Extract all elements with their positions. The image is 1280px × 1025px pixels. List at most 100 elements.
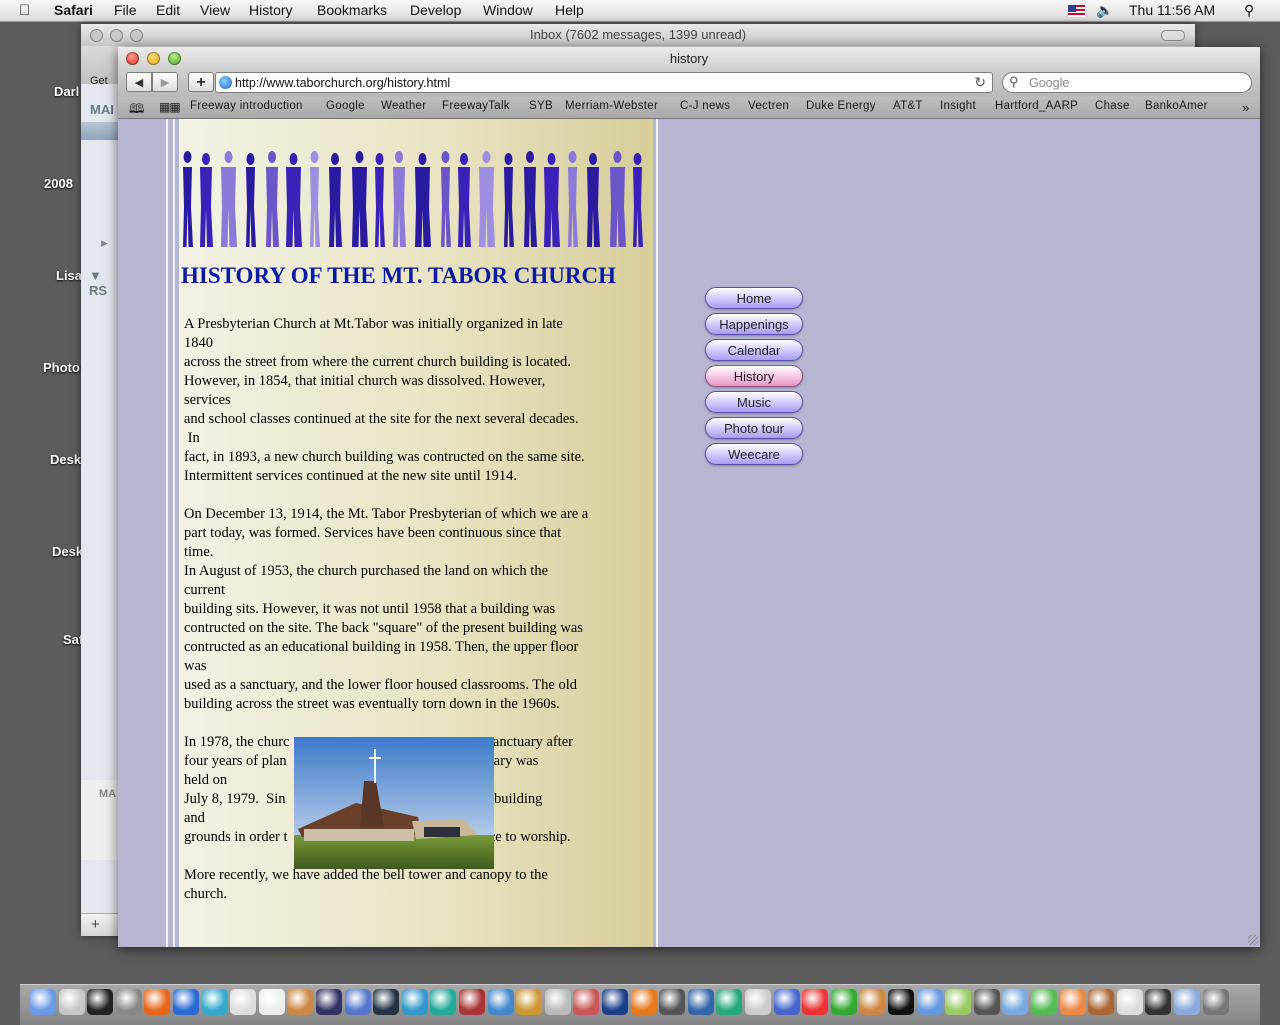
us-flag-icon[interactable] [1068, 5, 1085, 17]
dock-app-icon[interactable] [1031, 989, 1057, 1015]
dock-app-icon[interactable] [373, 989, 400, 1015]
bookmark-item[interactable]: Insight [940, 100, 976, 112]
dock-app-icon[interactable] [58, 989, 85, 1015]
nav-photo-tour-button[interactable]: Photo tour [705, 417, 803, 439]
dock-app-icon[interactable] [573, 989, 600, 1015]
zoom-icon[interactable] [130, 29, 143, 42]
bookmark-item[interactable]: C-J news [680, 100, 730, 112]
dock-app-icon[interactable] [144, 989, 171, 1015]
menu-edit[interactable]: Edit [156, 2, 180, 18]
close-icon[interactable] [126, 52, 139, 65]
dock-app-icon[interactable] [459, 989, 485, 1015]
volume-icon[interactable]: 🔈 [1096, 2, 1113, 19]
bookmark-item[interactable]: BankoAmer [1145, 100, 1208, 112]
dock-app-icon[interactable] [1088, 989, 1115, 1015]
menu-help[interactable]: Help [555, 2, 584, 18]
dock-app-icon[interactable] [802, 989, 829, 1015]
dock-app-icon[interactable] [916, 989, 943, 1015]
nav-history-button[interactable]: History [705, 365, 803, 387]
bookmark-item[interactable]: Google [326, 100, 365, 112]
add-bookmark-button[interactable]: + [188, 72, 214, 92]
desktop-item-label[interactable]: Photo: [43, 360, 84, 375]
minimize-icon[interactable] [147, 52, 160, 65]
spotlight-search-icon[interactable]: ⚲ [1244, 2, 1254, 19]
close-icon[interactable] [90, 29, 103, 42]
dock-app-icon[interactable] [716, 989, 743, 1015]
nav-weecare-button[interactable]: Weecare [705, 443, 803, 465]
disclosure-icon[interactable]: ▶ [101, 238, 108, 249]
dock-app-icon[interactable] [258, 989, 285, 1015]
dock-app-icon[interactable] [630, 989, 657, 1015]
dock-app-icon[interactable] [659, 989, 686, 1015]
dock-app-icon[interactable] [230, 989, 257, 1015]
desktop-item-label[interactable]: Lisa [56, 268, 82, 283]
more-bookmarks-chevron-icon[interactable]: » [1242, 100, 1250, 115]
dock-app-icon[interactable] [602, 989, 628, 1015]
dock-app-icon[interactable] [773, 989, 800, 1015]
bookmark-item[interactable]: Freeway introduction [190, 100, 303, 112]
dock-app-icon[interactable] [973, 989, 1000, 1015]
dock-app-icon[interactable] [316, 989, 342, 1015]
selected-mailbox[interactable] [81, 122, 118, 140]
clock[interactable]: Thu 11:56 AM [1129, 2, 1215, 18]
back-button[interactable]: ◀ [126, 72, 152, 92]
dock-app-icon[interactable] [830, 989, 857, 1015]
dock-app-icon[interactable] [1059, 989, 1086, 1015]
zoom-icon[interactable] [168, 52, 181, 65]
menu-bookmarks[interactable]: Bookmarks [317, 2, 387, 18]
dock-app-icon[interactable] [173, 989, 199, 1015]
bookmark-item[interactable]: Duke Energy [806, 100, 876, 112]
menu-history[interactable]: History [249, 2, 293, 18]
bookmark-item[interactable]: AT&T [893, 100, 923, 112]
menu-file[interactable]: File [114, 2, 137, 18]
dock-app-icon[interactable] [430, 989, 457, 1015]
desktop-item-label[interactable]: Desk [50, 452, 81, 467]
toolbar-toggle-button[interactable] [1161, 30, 1185, 41]
dock-app-icon[interactable] [487, 989, 514, 1015]
dock-app-icon[interactable] [401, 989, 428, 1015]
dock-app-icon[interactable] [115, 989, 142, 1015]
nav-music-button[interactable]: Music [705, 391, 803, 413]
dock-app-icon[interactable] [344, 989, 371, 1015]
dock-app-icon[interactable] [745, 989, 771, 1015]
menu-window[interactable]: Window [483, 2, 533, 18]
reload-icon[interactable]: ↻ [974, 74, 986, 91]
resize-handle-icon[interactable] [1248, 935, 1258, 945]
bookmark-item[interactable]: Merriam-Webster [565, 100, 658, 112]
dock-app-icon[interactable] [1202, 989, 1229, 1015]
nav-home-button[interactable]: Home [705, 287, 803, 309]
dock-app-icon[interactable] [1116, 989, 1143, 1015]
bookmark-item[interactable]: Vectren [748, 100, 789, 112]
bookmark-item[interactable]: Hartford_AARP [995, 100, 1078, 112]
dock-app-icon[interactable] [1145, 989, 1172, 1015]
dock-app-icon[interactable] [945, 989, 972, 1015]
dock-app-icon[interactable] [888, 989, 914, 1015]
add-mailbox-button[interactable]: + [91, 916, 100, 933]
nav-happenings-button[interactable]: Happenings [705, 313, 803, 335]
search-field[interactable]: ⚲ Google [1002, 72, 1252, 93]
menu-view[interactable]: View [200, 2, 230, 18]
forward-button[interactable]: ▶ [152, 72, 178, 92]
desktop-item-label[interactable]: Desk [52, 544, 83, 559]
address-bar[interactable]: http://www.taborchurch.org/history.html … [215, 72, 993, 93]
bookmark-item[interactable]: FreewayTalk [442, 100, 510, 112]
desktop-item-label[interactable]: 2008 [44, 176, 73, 191]
app-menu[interactable]: Safari [54, 2, 93, 18]
dock-app-icon[interactable] [544, 989, 571, 1015]
dock-app-icon[interactable] [30, 989, 56, 1015]
top-sites-grid-icon[interactable]: ▦▦ [159, 100, 181, 114]
nav-calendar-button[interactable]: Calendar [705, 339, 803, 361]
safari-window[interactable]: history ◀ ▶ + http://www.taborchurch.org… [118, 47, 1260, 947]
menu-develop[interactable]: Develop [410, 2, 461, 18]
bookmark-item[interactable]: SYB [529, 100, 553, 112]
bookmark-item[interactable]: Chase [1095, 100, 1130, 112]
dock-app-icon[interactable] [201, 989, 228, 1015]
dock-app-icon[interactable] [287, 989, 314, 1015]
dock-app-icon[interactable] [687, 989, 714, 1015]
desktop-item-label[interactable]: Darl [54, 84, 79, 99]
bookmark-item[interactable]: Weather [381, 100, 426, 112]
dock-app-icon[interactable] [516, 989, 543, 1015]
dock-app-icon[interactable] [859, 989, 886, 1015]
minimize-icon[interactable] [110, 29, 123, 42]
dock-app-icon[interactable] [1174, 989, 1200, 1015]
